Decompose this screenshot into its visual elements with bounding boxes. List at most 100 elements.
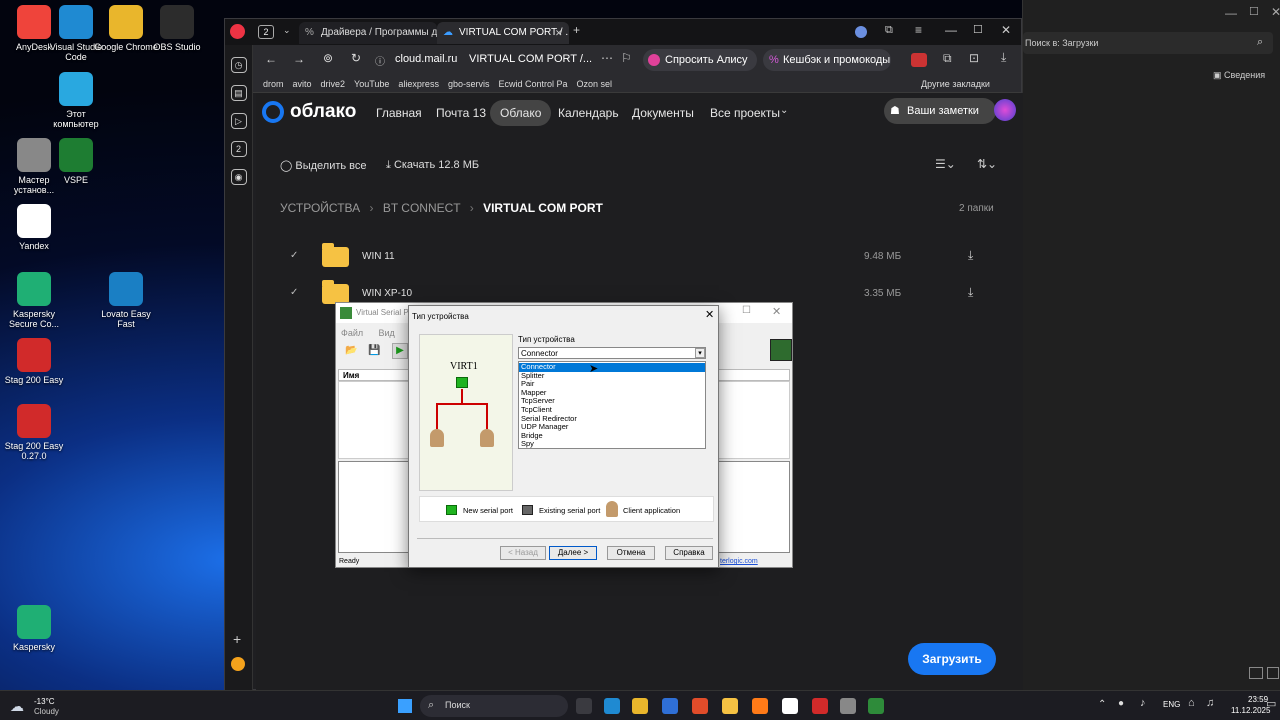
sidebar-camera-icon[interactable]: ◉ [230, 169, 247, 185]
reload-icon[interactable]: ↻ [351, 51, 361, 65]
dropdown-option[interactable]: Connector [519, 362, 705, 372]
store-icon[interactable] [692, 698, 708, 714]
download-icon[interactable]: ⤓ [968, 285, 973, 300]
file-name[interactable]: WIN XP-10 [362, 288, 412, 299]
row-check-icon[interactable]: ✓ [290, 287, 298, 298]
office-icon[interactable] [632, 698, 648, 714]
sidebar-tabs-count[interactable]: 2 [230, 141, 247, 157]
tray-chevron-icon[interactable]: ⌃ [1098, 699, 1106, 710]
bookmark-item[interactable]: aliexpress [398, 75, 439, 93]
start-icon[interactable]: ▶ [392, 343, 408, 359]
edge-icon[interactable] [604, 698, 620, 714]
close-icon[interactable]: ✕ [705, 308, 714, 321]
clock-date[interactable]: 11.12.2025 [1231, 706, 1270, 715]
extension-icon[interactable] [911, 53, 927, 67]
device-type-dropdown[interactable]: Connector Splitter Pair Mapper TcpServer TcpC… [518, 361, 706, 449]
vspe-device-icon[interactable] [770, 339, 792, 361]
notes-button[interactable]: ☗ Ваши заметки [884, 98, 996, 124]
breadcrumb-item[interactable]: BT CONNECT [383, 201, 461, 215]
yandex-icon[interactable] [782, 698, 798, 714]
dropdown-option[interactable]: Pair [519, 380, 705, 389]
desktop-icon[interactable]: Kaspersky Secure Co... [2, 272, 66, 329]
vspe-icon[interactable] [868, 698, 884, 714]
nav-cloud[interactable]: Облако [490, 100, 552, 126]
open-icon[interactable]: 📂 [345, 345, 357, 356]
sidebar-add-icon[interactable]: + [233, 631, 241, 647]
browser-logo-icon[interactable] [230, 24, 245, 39]
desktop-icon[interactable]: OBS Studio [145, 5, 209, 52]
menu-icon[interactable]: ≡ [915, 23, 922, 37]
minimize-icon[interactable]: — [1225, 6, 1237, 20]
nav-documents[interactable]: Документы [632, 97, 694, 129]
desktop-icon[interactable]: Kaspersky [2, 605, 66, 652]
maximize-icon[interactable]: ☐ [973, 23, 983, 36]
tray-app-icon[interactable]: ● [1118, 698, 1124, 709]
bookmark-icon[interactable]: ⚐ [621, 51, 632, 65]
desktop-icon[interactable]: VSPE [44, 138, 108, 185]
row-check-icon[interactable]: ✓ [290, 250, 298, 261]
network-icon[interactable]: ⌂ [1188, 697, 1195, 709]
collections-icon[interactable]: ⧉ [885, 24, 893, 37]
extensions-icon[interactable]: ⊚ [323, 51, 333, 65]
screenshot-icon[interactable]: ⊡ [969, 51, 979, 65]
column-name[interactable]: Имя [343, 371, 359, 380]
tile-view-icon[interactable] [1267, 667, 1279, 679]
mic-icon[interactable]: ♪ [1140, 697, 1146, 709]
sidebar-app-icon[interactable] [231, 657, 245, 671]
view-toggle-icon[interactable]: ☰⌄ [935, 157, 956, 171]
download-icon[interactable]: ⤓ [1001, 50, 1006, 65]
notifications-icon[interactable]: ▭ [1266, 697, 1276, 710]
file-name[interactable]: WIN 11 [362, 251, 395, 262]
back-icon[interactable]: ← [265, 52, 277, 66]
task-view-icon[interactable] [576, 698, 592, 714]
tab-virtual-com-port[interactable]: VIRTUAL COM PORT / ... ☁ ✕ [437, 22, 569, 44]
sidebar-play-icon[interactable]: ▷ [230, 113, 247, 129]
sort-icon[interactable]: ⇅⌄ [977, 157, 997, 171]
help-button[interactable]: Справка [665, 546, 713, 560]
close-icon[interactable]: ✕ [772, 305, 781, 318]
upload-button[interactable]: Загрузить [908, 643, 996, 675]
device-type-select[interactable]: Connector ▾ [518, 347, 706, 359]
sidebar-collections-icon[interactable]: ▤ [230, 85, 247, 101]
tab-count-badge[interactable]: 2 [258, 25, 274, 39]
maximize-icon[interactable]: ☐ [742, 305, 751, 316]
outlook-icon[interactable] [662, 698, 678, 714]
cashback-button[interactable]: % Кешбэк и промокоды [763, 49, 891, 71]
downloads-panel-icon[interactable]: ⧉ [943, 51, 952, 66]
bookmark-item[interactable]: drom [263, 75, 284, 93]
assistant-icon[interactable] [994, 99, 1016, 121]
nav-calendar[interactable]: Календарь [558, 97, 619, 129]
save-icon[interactable]: 💾 [368, 345, 380, 356]
start-button[interactable] [398, 699, 412, 713]
new-tab-icon[interactable]: + [573, 23, 580, 37]
bookmark-item[interactable]: drive2 [321, 75, 346, 93]
weather-widget[interactable]: ☁ -13°C Cloudy [8, 696, 88, 718]
next-button[interactable]: Далее > [549, 546, 597, 560]
bookmark-item[interactable]: Ecwid Control Pa [498, 75, 567, 93]
tab-drivers[interactable]: Драйвера / Программы д % [299, 22, 437, 44]
forward-icon[interactable]: → [293, 52, 305, 66]
lang-indicator[interactable]: ENG [1163, 700, 1180, 709]
taskbar-search[interactable]: ⌕ Поиск [420, 695, 568, 717]
firefox-icon[interactable] [752, 698, 768, 714]
download-icon[interactable]: ⤓ [968, 248, 973, 263]
alice-button[interactable]: Спросить Алису AI [643, 49, 757, 88]
bookmark-item[interactable]: avito [293, 75, 312, 93]
breadcrumb-item[interactable]: УСТРОЙСТВА [280, 201, 360, 215]
download-all-button[interactable]: ⤓ Скачать 12.8 МБ [386, 159, 479, 172]
other-bookmarks[interactable]: Другие закладки [921, 75, 990, 93]
files-icon[interactable] [722, 698, 738, 714]
dropdown-option[interactable]: UDP Manager [519, 423, 705, 432]
dropdown-option[interactable]: Spy [519, 440, 705, 449]
vspe-link[interactable]: terlogic.com [720, 558, 758, 565]
minimize-icon[interactable]: — [945, 23, 957, 37]
chevron-down-icon[interactable]: ⌄ [283, 25, 291, 36]
list-view-icon[interactable] [1249, 667, 1263, 679]
desktop-icon[interactable]: Lovato Easy Fast [94, 272, 158, 329]
bookmark-item[interactable]: Ozon sel [577, 75, 613, 93]
menu-file[interactable]: Файл [341, 328, 363, 338]
back-button[interactable]: < Назад [500, 546, 546, 560]
cloud-logo[interactable]: облако [262, 101, 358, 125]
nav-home[interactable]: Главная [376, 97, 422, 129]
desktop-icon[interactable]: Stag 200 Easy [2, 338, 66, 385]
